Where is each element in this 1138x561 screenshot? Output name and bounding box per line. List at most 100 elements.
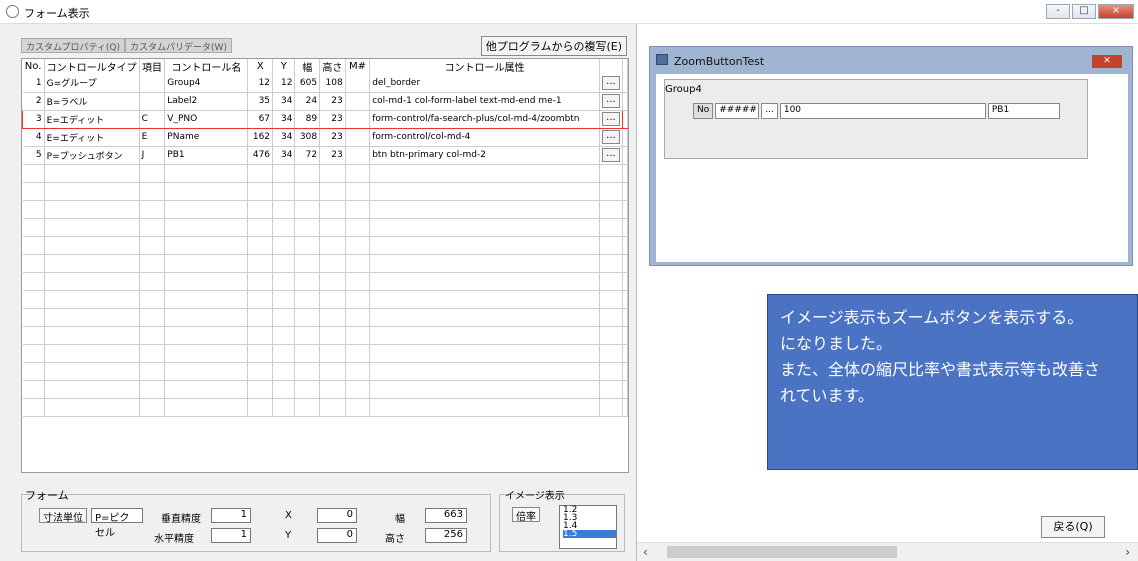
- minimize-button[interactable]: -: [1046, 4, 1070, 19]
- unit-value[interactable]: P=ピクセル: [91, 508, 143, 539]
- zoom-option-selected[interactable]: 1.5: [563, 530, 616, 539]
- control-grid[interactable]: No. コントロールタイプ 項目 コントロール名 X Y 幅 高さ M# コント…: [21, 58, 629, 473]
- cell: form-control/fa-search-plus/col-md-4/zoo…: [369, 109, 600, 129]
- name-input[interactable]: 100: [779, 103, 986, 119]
- empty-cell: [44, 290, 140, 309]
- empty-cell: [247, 236, 274, 255]
- empty-cell: [319, 254, 346, 273]
- cell: 34: [272, 146, 296, 165]
- maximize-button[interactable]: □: [1072, 4, 1096, 19]
- empty-cell: [319, 380, 346, 399]
- col-header-type: コントロールタイプ: [44, 59, 140, 74]
- back-button[interactable]: 戻る(Q): [1041, 516, 1105, 538]
- scroll-thumb[interactable]: [667, 546, 897, 558]
- empty-cell: [139, 254, 166, 273]
- cell: 2: [22, 92, 45, 111]
- empty-cell: [622, 236, 628, 255]
- cell: 34: [272, 109, 296, 129]
- cell: [622, 92, 628, 111]
- x-input[interactable]: 0: [317, 508, 357, 523]
- ellipsis-button[interactable]: ...: [601, 94, 620, 108]
- empty-cell: [272, 362, 296, 381]
- vertical-precision-input[interactable]: 1: [211, 508, 251, 523]
- empty-cell: [22, 236, 45, 255]
- group4-label: Group4: [665, 84, 702, 95]
- table-row[interactable]: 5 P=プッシュボタン J PB1 476 34 72 23 btn btn-p…: [22, 146, 628, 165]
- table-row-selected[interactable]: 3 E=エディット C V_PNO 67 34 89 23 form-contr…: [22, 109, 628, 129]
- close-icon[interactable]: ✕: [1092, 55, 1122, 68]
- scroll-left-icon[interactable]: ‹: [643, 545, 648, 559]
- zoom-ratio-button[interactable]: 倍率: [512, 507, 540, 523]
- empty-cell: [319, 398, 346, 417]
- cell: 23: [319, 92, 346, 111]
- empty-cell: [139, 200, 166, 219]
- empty-cell: [44, 380, 140, 399]
- ellipsis-button[interactable]: ...: [601, 75, 620, 90]
- empty-cell: [164, 254, 249, 273]
- empty-cell: [164, 272, 249, 291]
- empty-cell: [247, 164, 274, 183]
- cell: E: [139, 128, 166, 147]
- zoom-row: No ##### ... 100 PB1: [693, 103, 1060, 119]
- zoom-window-title: ZoomButtonTest: [674, 55, 765, 68]
- empty-cell: [345, 200, 371, 219]
- pb1-button[interactable]: PB1: [987, 103, 1060, 119]
- horizontal-precision-input[interactable]: 1: [211, 528, 251, 543]
- cell: [622, 128, 628, 147]
- width-input[interactable]: 663: [425, 508, 467, 523]
- horizontal-scrollbar[interactable]: ‹ ›: [637, 542, 1138, 561]
- no-input[interactable]: #####: [715, 103, 760, 119]
- tab-custom-validator[interactable]: カスタムパリデータ(W): [125, 38, 232, 53]
- cell: Label2: [164, 92, 249, 111]
- close-button[interactable]: ×: [1098, 4, 1134, 19]
- empty-cell: [622, 398, 628, 417]
- ellipsis-button[interactable]: ...: [601, 130, 620, 144]
- preview-pane: ZoomButtonTest ✕ Group4 No ##### ... 100…: [637, 24, 1138, 561]
- cell: 162: [247, 128, 274, 147]
- cell: 35: [247, 92, 274, 111]
- empty-cell: [294, 254, 321, 273]
- copy-from-program-button[interactable]: 他プログラムからの複写(E): [480, 36, 627, 56]
- cell: [345, 146, 371, 165]
- empty-cell: [44, 398, 140, 417]
- ellipsis-button[interactable]: ...: [601, 148, 620, 162]
- table-row[interactable]: 2 B=ラベル Label2 35 34 24 23 col-md-1 col-…: [22, 92, 628, 111]
- empty-cell: [599, 236, 623, 255]
- empty-cell: [599, 182, 623, 201]
- empty-cell: [622, 272, 628, 291]
- ellipsis-button[interactable]: ...: [601, 112, 620, 126]
- height-input[interactable]: 256: [425, 528, 467, 543]
- note-line: また、全体の縮尺比率や書式表示等も改善さ: [780, 360, 1101, 379]
- cell: Group4: [164, 74, 249, 93]
- unit-button[interactable]: 寸法単位: [39, 508, 87, 524]
- app-icon: [6, 5, 19, 18]
- empty-row: [22, 308, 628, 327]
- table-row[interactable]: 1 G=グループ Group4 12 12 605 108 del_border…: [22, 74, 628, 93]
- x-label: X: [285, 510, 292, 521]
- zoom-ratio-list[interactable]: 1.2 1.3 1.4 1.5: [559, 505, 617, 549]
- col-header-no: No.: [22, 59, 45, 74]
- cell: E=エディット: [44, 109, 140, 129]
- zoom-button[interactable]: ...: [761, 103, 778, 119]
- y-input[interactable]: 0: [317, 528, 357, 543]
- empty-cell: [369, 380, 600, 399]
- empty-cell: [139, 290, 166, 309]
- empty-cell: [164, 218, 249, 237]
- empty-cell: [319, 218, 346, 237]
- empty-cell: [599, 218, 623, 237]
- cell: 308: [294, 128, 321, 147]
- cell: J: [139, 146, 166, 165]
- empty-cell: [22, 200, 45, 219]
- cell: V_PNO: [164, 109, 249, 129]
- empty-cell: [369, 200, 600, 219]
- empty-cell: [345, 326, 371, 345]
- scroll-right-icon[interactable]: ›: [1125, 545, 1130, 559]
- empty-cell: [345, 164, 371, 183]
- empty-cell: [622, 326, 628, 345]
- empty-cell: [44, 308, 140, 327]
- empty-cell: [319, 362, 346, 381]
- tab-custom-property[interactable]: カスタムプロパティ(Q): [21, 38, 126, 53]
- table-row[interactable]: 4 E=エディット E PName 162 34 308 23 form-con…: [22, 128, 628, 147]
- empty-cell: [44, 182, 140, 201]
- empty-row: [22, 362, 628, 381]
